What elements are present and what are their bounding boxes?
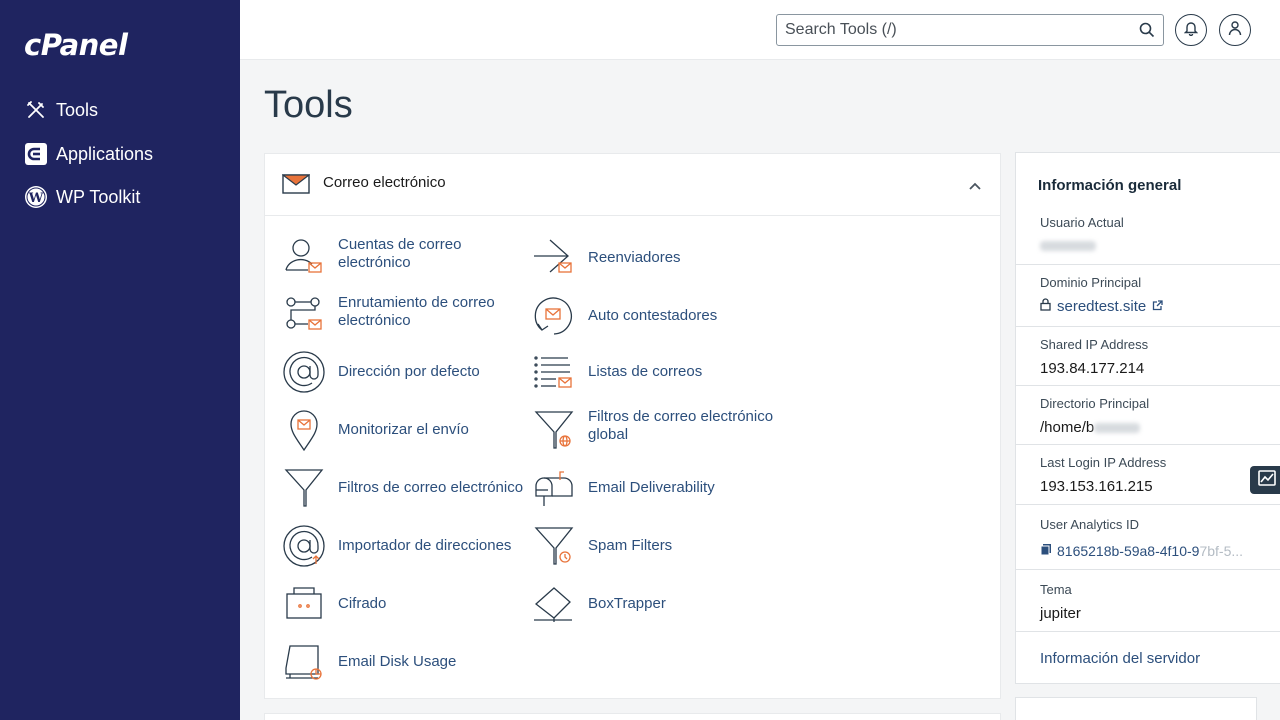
info-last-login-ip: Last Login IP Address 193.153.161.215 xyxy=(1016,444,1280,504)
sidebar-item-label: Tools xyxy=(56,99,99,120)
tool-label: Dirección por defecto xyxy=(338,363,480,380)
notifications-button[interactable] xyxy=(1175,14,1207,46)
info-label: Dominio Principal xyxy=(1040,275,1142,290)
global-email-filters-icon xyxy=(532,408,576,452)
svg-text:W: W xyxy=(28,191,44,206)
user-menu-button[interactable] xyxy=(1219,14,1251,46)
tool-label: Email Disk Usage xyxy=(338,653,457,670)
tool-label: Filtros de correo electrónico xyxy=(338,479,524,496)
info-label: Tema xyxy=(1040,582,1072,597)
sidebar-item-wp-toolkit[interactable]: W WP Toolkit xyxy=(24,182,140,212)
cpanel-logo[interactable]: cPanel xyxy=(24,28,128,62)
search-box[interactable] xyxy=(776,14,1164,46)
tool-label: Monitorizar el envío xyxy=(338,421,469,438)
email-disk-usage-icon xyxy=(282,640,326,684)
info-value: jupiter xyxy=(1040,605,1081,622)
tool-label: Filtros de correo electrónico global xyxy=(588,408,774,443)
copy-icon[interactable] xyxy=(1040,543,1052,559)
email-routing-icon xyxy=(282,294,326,338)
sidebar-item-tools[interactable]: Tools xyxy=(24,95,98,125)
info-value: 193.84.177.214 xyxy=(1040,360,1145,377)
track-delivery-icon xyxy=(282,408,326,452)
email-section-header[interactable]: Correo electrónico xyxy=(265,154,1000,216)
tool-label: Listas de correos xyxy=(588,363,703,380)
info-label: Usuario Actual xyxy=(1040,215,1124,230)
next-info-panel xyxy=(1015,697,1257,720)
info-theme: Tema jupiter xyxy=(1016,569,1280,632)
page-title: Tools xyxy=(264,84,353,126)
email-accounts-icon xyxy=(282,236,326,280)
email-section: Correo electrónico Cuentas de correo ele… xyxy=(264,153,1001,699)
tool-label: Reenviadores xyxy=(588,249,681,266)
server-info-link[interactable]: Información del servidor xyxy=(1040,650,1200,667)
email-deliverability-icon xyxy=(532,466,576,510)
chart-icon xyxy=(1258,469,1276,491)
info-label: Directorio Principal xyxy=(1040,396,1150,411)
info-value: 193.153.161.215 xyxy=(1040,478,1153,495)
envelope-icon xyxy=(281,174,311,199)
info-current-user: Usuario Actual xyxy=(1016,203,1280,263)
info-primary-domain: Dominio Principal seredtest.site xyxy=(1016,264,1280,326)
info-label: Shared IP Address xyxy=(1040,337,1149,352)
tool-label: Cifrado xyxy=(338,595,387,612)
section-title: Correo electrónico xyxy=(323,174,446,191)
external-link-icon[interactable] xyxy=(1152,298,1163,315)
email-filters-icon xyxy=(282,466,326,510)
search-input[interactable] xyxy=(777,15,1117,45)
tool-label: Importador de direcciones xyxy=(338,537,512,554)
info-label: Last Login IP Address xyxy=(1040,455,1167,470)
home-dir-text: /home/b xyxy=(1040,419,1095,436)
tool-label: Spam Filters xyxy=(588,537,673,554)
general-info-title: Información general xyxy=(1038,177,1182,194)
sidebar-item-applications[interactable]: Applications xyxy=(24,139,153,169)
info-home-directory: Directorio Principal /home/b xyxy=(1016,385,1280,445)
bell-icon xyxy=(1183,20,1199,41)
primary-domain-link[interactable]: seredtest.site xyxy=(1057,298,1146,315)
analytics-id-text[interactable]: 8165218b-59a8-4f10-9 xyxy=(1057,543,1199,559)
info-label: User Analytics ID xyxy=(1040,517,1139,532)
default-address-icon xyxy=(282,350,326,394)
chevron-up-icon[interactable] xyxy=(968,178,982,196)
info-shared-ip: Shared IP Address 193.84.177.214 xyxy=(1016,326,1280,386)
analytics-id-faded: 7bf-5... xyxy=(1199,543,1244,559)
tool-label: BoxTrapper xyxy=(588,595,666,612)
encryption-icon xyxy=(282,582,326,626)
tool-label: Email Deliverability xyxy=(588,479,715,496)
statistics-toggle-button[interactable] xyxy=(1250,466,1280,494)
address-importer-icon xyxy=(282,524,326,568)
search-icon[interactable] xyxy=(1139,22,1155,43)
tools-icon xyxy=(24,98,48,122)
info-value: 8165218b-59a8-4f10-9 7bf-5... xyxy=(1040,543,1243,559)
mailing-lists-icon xyxy=(532,350,576,394)
top-bar xyxy=(240,0,1280,60)
wordpress-icon: W xyxy=(24,185,48,209)
sidebar-item-label: Applications xyxy=(56,143,154,164)
info-value: seredtest.site xyxy=(1040,298,1163,315)
general-info-panel: Información general Usuario Actual Domin… xyxy=(1015,152,1280,684)
sidebar: cPanel Tools Applications W WP Toolkit xyxy=(0,0,240,720)
info-analytics-id: User Analytics ID 8165218b-59a8-4f10-9 7b… xyxy=(1016,504,1280,569)
sidebar-item-label: WP Toolkit xyxy=(56,186,141,207)
tool-label: Cuentas de correo electrónico xyxy=(338,236,462,271)
info-value: /home/b xyxy=(1040,419,1141,436)
info-server-link-row: Información del servidor xyxy=(1016,631,1280,685)
boxtrapper-icon xyxy=(532,582,576,626)
lock-icon xyxy=(1040,298,1051,315)
info-value-blurred xyxy=(1040,237,1096,254)
tool-label: Enrutamiento de correo electrónico xyxy=(338,294,495,329)
next-section-panel xyxy=(264,713,1001,720)
user-icon xyxy=(1228,20,1242,41)
tool-label: Auto contestadores xyxy=(588,307,718,324)
applications-icon xyxy=(24,142,48,166)
autoresponders-icon xyxy=(532,294,576,338)
spam-filters-icon xyxy=(532,524,576,568)
forwarders-icon xyxy=(532,236,576,280)
